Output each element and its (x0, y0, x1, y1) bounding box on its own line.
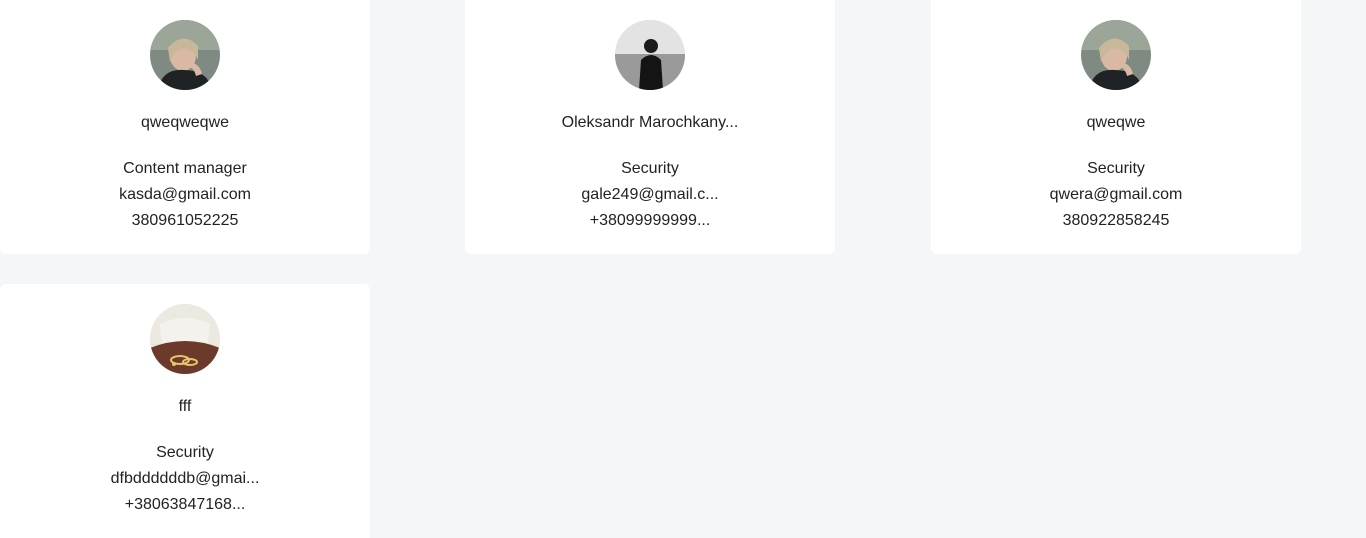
user-phone: 380922858245 (1062, 212, 1170, 229)
user-card[interactable]: Oleksandr Marochkany... Security gale249… (465, 0, 835, 254)
user-name: fff (178, 398, 192, 415)
user-phone: +38099999999... (589, 212, 711, 229)
user-email: dfbddddddb@gmai... (110, 470, 260, 487)
user-role: Security (156, 444, 214, 461)
user-photo-food-icon (150, 304, 220, 374)
user-card[interactable]: qweqwe Security qwera@gmail.com 38092285… (931, 0, 1301, 254)
user-photo-woman-icon (150, 20, 220, 90)
user-name: Oleksandr Marochkany... (561, 114, 739, 131)
user-photo-woman-icon (1081, 20, 1151, 90)
user-email: kasda@gmail.com (119, 186, 251, 203)
user-phone: +38063847168... (124, 496, 246, 513)
user-role: Content manager (123, 160, 247, 177)
users-grid: qweqweqwe Content manager kasda@gmail.co… (0, 0, 1366, 538)
user-email: qwera@gmail.com (1049, 186, 1183, 203)
user-name: qweqweqwe (140, 114, 230, 131)
user-role: Security (1087, 160, 1145, 177)
user-phone: 380961052225 (131, 212, 239, 229)
user-card[interactable]: fff Security dfbddddddb@gmai... +3806384… (0, 284, 370, 538)
user-name: qweqwe (1086, 114, 1146, 131)
user-role: Security (621, 160, 679, 177)
user-photo-man-seaside-icon (615, 20, 685, 90)
user-card[interactable]: qweqweqwe Content manager kasda@gmail.co… (0, 0, 370, 254)
user-email: gale249@gmail.c... (581, 186, 719, 203)
